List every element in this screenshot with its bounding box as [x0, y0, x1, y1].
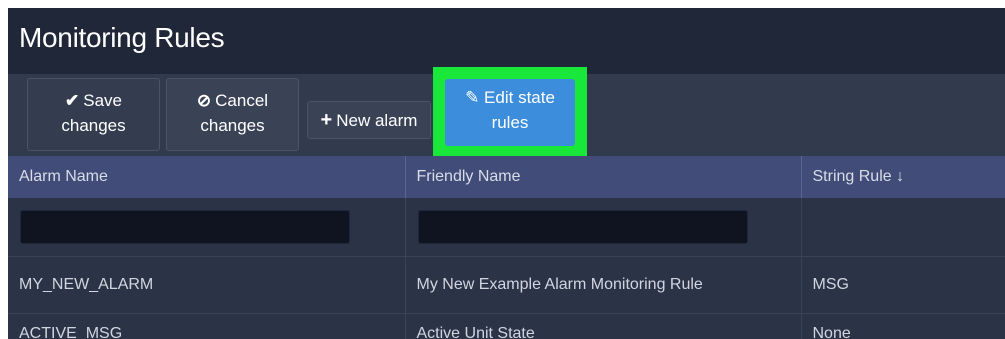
- save-changes-button[interactable]: ✔ Save changes: [27, 78, 160, 151]
- alarm-name-cell: ACTIVE_MSG: [8, 313, 406, 339]
- string-rule-cell: None: [801, 313, 1005, 339]
- column-header-friendly-name[interactable]: Friendly Name: [405, 156, 802, 198]
- string-rule-cell: MSG: [801, 256, 1005, 314]
- cancel-label-line2: changes: [200, 116, 265, 135]
- edit-label-line2: rules: [491, 113, 529, 132]
- save-label-line2: changes: [61, 116, 126, 135]
- edit-label-line1: Edit state: [484, 88, 555, 107]
- new-alarm-label: New alarm: [336, 111, 418, 130]
- alarm-name-filter-input[interactable]: [20, 210, 350, 244]
- title-bar: Monitoring Rules: [8, 8, 1005, 74]
- pencil-icon: ✎: [465, 88, 480, 107]
- cancel-icon: ⊘: [196, 91, 212, 110]
- highlight-box: ✎ Edit state rules: [433, 67, 587, 158]
- save-label-line1: Save: [83, 91, 122, 110]
- checkmark-icon: ✔: [65, 91, 80, 110]
- filter-row: [8, 198, 1005, 257]
- table-header-row: Alarm Name Friendly Name String Rule ↓: [8, 156, 1005, 198]
- table-row[interactable]: ACTIVE_MSG Active Unit State None: [8, 313, 1005, 339]
- page-title: Monitoring Rules: [19, 22, 225, 53]
- monitoring-rules-panel: Monitoring Rules ✔ Save changes ⊘ Cancel c…: [8, 8, 1005, 339]
- new-alarm-button[interactable]: + New alarm: [307, 101, 431, 139]
- cancel-changes-button[interactable]: ⊘ Cancel changes: [166, 78, 299, 151]
- table-row[interactable]: MY_NEW_ALARM My New Example Alarm Monito…: [8, 256, 1005, 314]
- filter-cell-empty: [801, 198, 1005, 257]
- alarm-name-cell: MY_NEW_ALARM: [8, 256, 406, 314]
- filter-cell-alarm-name: [8, 198, 406, 257]
- column-header-alarm-name[interactable]: Alarm Name: [8, 156, 406, 198]
- cancel-label-line1: Cancel: [215, 91, 269, 110]
- plus-icon: +: [320, 109, 333, 131]
- column-header-string-rule[interactable]: String Rule ↓: [801, 156, 1005, 198]
- friendly-name-cell: My New Example Alarm Monitoring Rule: [405, 256, 802, 314]
- rules-table: Alarm Name Friendly Name String Rule ↓ M…: [8, 156, 1005, 339]
- filter-cell-friendly-name: [405, 198, 802, 257]
- friendly-name-filter-input[interactable]: [417, 210, 748, 244]
- friendly-name-cell: Active Unit State: [405, 313, 802, 339]
- edit-state-rules-button[interactable]: ✎ Edit state rules: [445, 79, 575, 146]
